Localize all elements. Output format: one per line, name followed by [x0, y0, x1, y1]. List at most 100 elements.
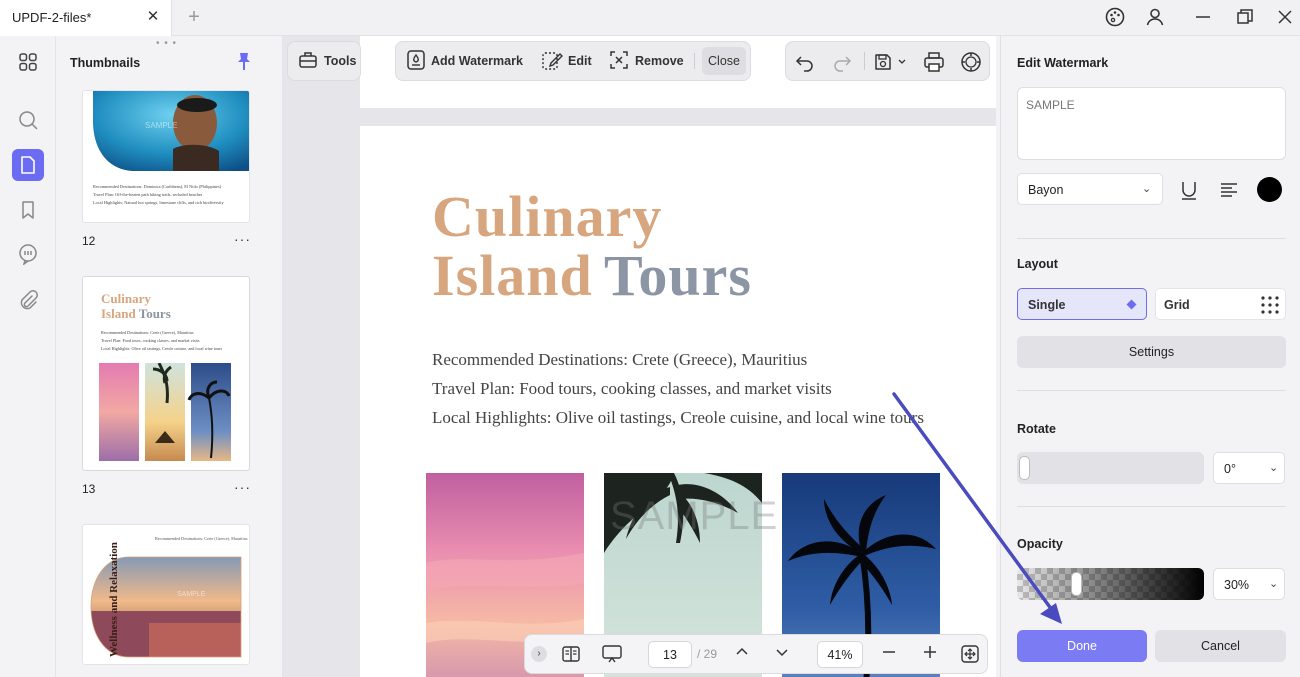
- previous-page-icon[interactable]: [731, 644, 753, 666]
- thumbnails-title: Thumbnails: [70, 56, 141, 70]
- reading-mode-icon[interactable]: [560, 644, 582, 666]
- thumb-text: Recommended Destinations: Crete (Greece)…: [101, 329, 247, 353]
- rotate-dropdown[interactable]: 0° ⌄: [1213, 452, 1285, 484]
- thumb-header-line: Recommended Destinations: Crete (Greece)…: [155, 536, 248, 541]
- grid-dots-icon: [1261, 296, 1279, 314]
- thumb-text: Recommended Destinations: Dominica (Cari…: [93, 183, 243, 207]
- collapse-chevron-icon[interactable]: ›: [531, 646, 547, 662]
- attachment-icon[interactable]: [12, 284, 44, 316]
- remove-label: Remove: [635, 54, 684, 68]
- thumbnails-panel: • • • Thumbnails SAMPLE Recommended Dest…: [56, 36, 278, 677]
- thumb-line: Local Highlights: Olive oil tastings, Cr…: [101, 346, 223, 351]
- tab-title: UPDF-2-files*: [12, 10, 92, 25]
- add-watermark-button[interactable]: Add Watermark: [406, 42, 523, 80]
- rotate-slider[interactable]: [1017, 452, 1204, 484]
- bookmark-icon[interactable]: [12, 194, 44, 226]
- zoom-out-icon[interactable]: [878, 644, 900, 666]
- page-number-input[interactable]: 13: [648, 641, 692, 668]
- account-icon[interactable]: [1142, 6, 1168, 30]
- add-watermark-label: Add Watermark: [431, 54, 523, 68]
- doc-line-travel-plan: Travel Plan: Food tours, cooking classes…: [432, 379, 832, 398]
- cancel-button[interactable]: Cancel: [1155, 630, 1286, 662]
- opacity-slider[interactable]: [1017, 568, 1204, 600]
- font-select[interactable]: Bayon ⌄: [1017, 173, 1163, 205]
- zoom-input[interactable]: 41%: [817, 641, 863, 668]
- doc-title-line1: Culinary: [432, 184, 663, 249]
- edit-icon: [541, 49, 563, 74]
- layout-single-option[interactable]: Single: [1017, 288, 1147, 320]
- next-page-icon[interactable]: [771, 644, 793, 666]
- zoom-in-icon[interactable]: [919, 644, 941, 666]
- new-tab-icon[interactable]: +: [184, 6, 204, 28]
- close-window-icon[interactable]: [1272, 6, 1298, 30]
- opacity-label: Opacity: [1017, 537, 1063, 551]
- doc-line-highlights: Local Highlights: Olive oil tastings, Cr…: [432, 408, 924, 427]
- thumbnail-page-14[interactable]: Recommended Destinations: Crete (Greece)…: [82, 524, 250, 665]
- close-watermark-button[interactable]: Close: [702, 47, 746, 75]
- thumb-title-tours: Tours: [138, 306, 171, 321]
- page-more-icon[interactable]: ···: [234, 479, 251, 495]
- done-button[interactable]: Done: [1017, 630, 1147, 662]
- thumb-title-island: Island: [101, 306, 136, 321]
- document-tab[interactable]: UPDF-2-files* ✕: [0, 0, 172, 36]
- thumbnail-page-12[interactable]: SAMPLE Recommended Destinations: Dominic…: [82, 90, 250, 223]
- document-page[interactable]: Culinary Island Tours Recommended Destin…: [360, 126, 996, 677]
- doc-title-island: Island: [432, 243, 593, 308]
- diamond-icon: [1126, 299, 1137, 310]
- thumbnail-page-13[interactable]: Culinary Island Tours Recommended Destin…: [82, 276, 250, 471]
- page-more-icon[interactable]: ···: [234, 231, 251, 247]
- print-icon[interactable]: [923, 51, 945, 73]
- opacity-slider-handle[interactable]: [1070, 572, 1082, 596]
- divider: [1017, 390, 1286, 391]
- color-swatch[interactable]: [1257, 177, 1282, 202]
- diver-photo: [93, 91, 249, 171]
- divider: [1017, 238, 1286, 239]
- watermark-text-input[interactable]: SAMPLE: [1017, 87, 1286, 160]
- document-canvas[interactable]: Culinary Island Tours Recommended Destin…: [282, 36, 996, 677]
- pin-icon[interactable]: [236, 52, 252, 72]
- layout-label: Layout: [1017, 257, 1058, 271]
- rotate-label: Rotate: [1017, 422, 1056, 436]
- undo-icon[interactable]: [794, 51, 816, 73]
- presentation-icon[interactable]: [601, 644, 623, 666]
- settings-button[interactable]: Settings: [1017, 336, 1286, 368]
- grid-view-icon[interactable]: [12, 46, 44, 78]
- restore-icon[interactable]: [1232, 6, 1258, 30]
- thumb-line: Recommended Destinations: Dominica (Cari…: [93, 184, 222, 189]
- opacity-value: 30%: [1224, 578, 1250, 592]
- layout-grid-option[interactable]: Grid: [1155, 288, 1286, 320]
- font-select-value: Bayon: [1028, 183, 1064, 197]
- watermark-preview[interactable]: SAMPLE: [610, 494, 778, 539]
- save-dropdown-icon[interactable]: [896, 51, 908, 73]
- underline-icon[interactable]: [1178, 179, 1200, 201]
- watermark-toolbar: Add Watermark Edit Remove Close: [395, 41, 751, 81]
- align-icon[interactable]: [1218, 179, 1240, 201]
- ai-assistant-icon[interactable]: [959, 50, 983, 74]
- thumb-watermark: SAMPLE: [177, 591, 206, 598]
- thumbnails-icon[interactable]: [12, 149, 44, 181]
- redo-icon[interactable]: [831, 51, 853, 73]
- rotate-slider-handle[interactable]: [1019, 456, 1030, 480]
- edit-watermark-panel: Edit Watermark SAMPLE Bayon ⌄ Layout Sin…: [1000, 36, 1300, 677]
- thumb-line: Local Highlights: Natural hot springs, l…: [93, 200, 224, 205]
- thumb-line: Recommended Destinations: Crete (Greece)…: [101, 330, 194, 335]
- comment-icon[interactable]: [12, 238, 44, 270]
- remove-button[interactable]: Remove: [608, 42, 684, 80]
- minimize-icon[interactable]: [1190, 6, 1216, 30]
- panel-title: Edit Watermark: [1017, 56, 1109, 70]
- drag-handle[interactable]: • • •: [156, 38, 177, 49]
- palette-icon[interactable]: [1102, 6, 1128, 30]
- tools-button[interactable]: Tools: [287, 41, 361, 81]
- thumb-line: Travel Plan: Food tours, cooking classes…: [101, 338, 200, 343]
- save-icon[interactable]: [872, 51, 894, 73]
- tab-close-icon[interactable]: ✕: [144, 7, 162, 27]
- fit-page-icon[interactable]: [959, 644, 981, 666]
- edit-button[interactable]: Edit: [541, 42, 592, 80]
- thumb-line: Travel Plan: Off-the-beaten path hiking …: [93, 192, 203, 197]
- search-icon[interactable]: [12, 104, 44, 136]
- add-watermark-icon: [406, 49, 426, 74]
- chevron-down-icon: ⌄: [1269, 462, 1279, 474]
- chevron-down-icon: ⌄: [1142, 183, 1152, 195]
- opacity-dropdown[interactable]: 30% ⌄: [1213, 568, 1285, 600]
- thumb-title-line1: Culinary: [101, 291, 151, 306]
